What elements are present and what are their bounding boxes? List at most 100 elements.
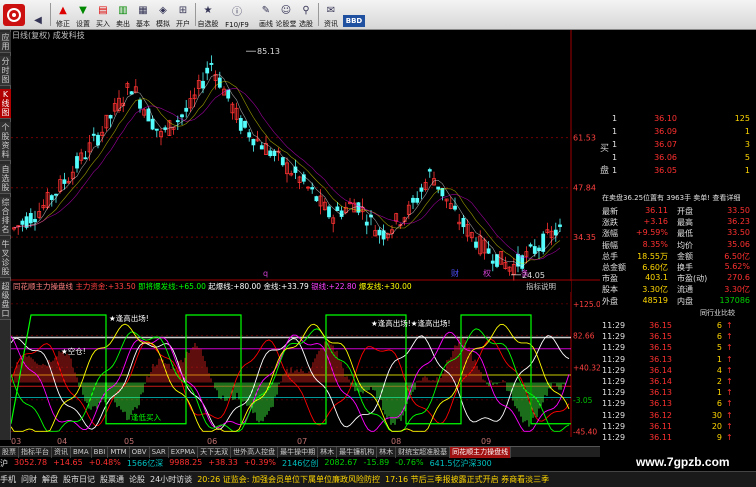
kline-chart[interactable]: 同花顺主力操盘线 主力资金:+33.50 即将爆发线:+65.00 起爆线:+8…	[11, 30, 600, 437]
left-tab-1[interactable]: 分时图	[0, 56, 11, 86]
toolbar-button-6[interactable]: ▦ 基本	[133, 0, 153, 30]
date-axis: 03 04 05 06 07 08 09	[11, 437, 600, 446]
status-bar-item[interactable]: 论股	[129, 474, 145, 485]
toolbar-button-4[interactable]: ▤ 买入	[93, 0, 113, 30]
candle-body	[293, 166, 298, 173]
indicator-tab-5[interactable]: MTM	[108, 447, 130, 458]
toolbar-button-label: 画线	[259, 20, 273, 28]
indicator-tab-13[interactable]: 最牛镰机构	[337, 447, 378, 458]
tick-volume: 5	[716, 343, 722, 353]
indicator-help-link[interactable]: 指标说明	[526, 281, 556, 291]
order-level: 1	[612, 114, 618, 123]
order-volume: 1	[744, 166, 750, 175]
logo-icon	[3, 4, 25, 26]
toolbar-button-11[interactable]: ✎ 画线	[256, 0, 276, 30]
stat-label: 内盘	[677, 296, 693, 306]
industry-compare-link[interactable]: 同行业比较	[700, 308, 735, 318]
status-bar-item[interactable]: 解盘	[42, 474, 58, 485]
index-ticker-item: 2082.67	[324, 458, 358, 467]
left-tab-4[interactable]: 自选股	[0, 164, 11, 194]
stat-value: 33.50	[727, 228, 750, 238]
toolbar-button-3[interactable]: ▼ 设置	[73, 0, 93, 30]
tick-price: 36.15	[649, 343, 672, 353]
indicator-tick-label: +125.00	[573, 300, 600, 309]
info-icon: ⓘ	[232, 7, 242, 18]
left-tab-3[interactable]: 个股资料	[0, 122, 11, 161]
indicator-tab-9[interactable]: 天下无双	[198, 447, 232, 458]
status-bar-item[interactable]: 手机	[0, 474, 16, 485]
candle-body	[49, 195, 54, 200]
candle-body	[154, 128, 159, 131]
indicator-tab-6[interactable]: OBV	[130, 447, 150, 458]
quote-panel: 买盘 1 36.10 125 1 36.09 1 1 36.07 3 1 36.06 5 1 36.05 1 在…	[600, 108, 752, 442]
status-bar-item[interactable]: 17:16 节后三季报披露正式开启 券商看淡三季	[385, 474, 549, 485]
draw-icon: ✎	[261, 5, 271, 16]
left-tab-0[interactable]: 应用	[0, 32, 11, 53]
status-bar-item[interactable]: 股市日记	[63, 474, 95, 485]
toolbar-button-9[interactable]: ★ 自选股	[198, 0, 219, 30]
up-arrow-icon: ↑	[726, 377, 733, 386]
up-arrow-icon: ↑	[726, 399, 733, 409]
stat-value: 5.62%	[724, 262, 750, 271]
stat-value: 35.06	[727, 239, 750, 249]
candle-body	[28, 213, 33, 224]
stat-value: 270.6	[727, 273, 750, 283]
toolbar-button-1[interactable]: ◀	[28, 0, 48, 30]
up-arrow-icon: ↑	[726, 343, 733, 353]
indicator-tab-4[interactable]: BBI	[92, 447, 109, 458]
toolbar-button-8[interactable]: ⊞ 开户	[173, 0, 193, 30]
date-tick-label: 05	[124, 437, 135, 446]
candle-body	[150, 118, 155, 130]
order-price: 36.09	[654, 127, 677, 136]
indicator-tab-11[interactable]: 最牛操中期	[278, 447, 319, 458]
indicator-tab-7[interactable]: SAR	[150, 447, 169, 458]
bbd-button[interactable]: BBD	[341, 0, 367, 30]
tick-time: 11:29	[602, 388, 626, 398]
toolbar-button-2[interactable]: ▲ 修正	[53, 0, 73, 30]
left-tab-2[interactable]: K线图	[0, 89, 11, 119]
simulate-icon: ◈	[159, 5, 167, 16]
toolbar-button-5[interactable]: ▥ 卖出	[113, 0, 133, 30]
indicator-value: +30.00	[384, 282, 412, 291]
status-bar-item[interactable]: 股票通	[100, 474, 124, 485]
indicator-tab-10[interactable]: 世外高人控盘	[231, 447, 279, 458]
toolbar-button-13[interactable]: ⚲ 选股	[296, 0, 316, 30]
up-arrow-icon: ↑	[726, 421, 733, 431]
tick-price: 36.11	[649, 433, 672, 442]
indicator-tab-8[interactable]: EXPMA	[169, 447, 199, 458]
tick-time: 11:29	[602, 343, 626, 353]
candle-body	[184, 107, 189, 112]
candle-body	[243, 120, 247, 128]
indicator-tab-1[interactable]: 指标平台	[19, 447, 52, 458]
tick-price: 36.13	[649, 388, 672, 398]
toolbar-button-10[interactable]: ⓘ F10/F9	[218, 0, 256, 30]
indicator-value-label: 金线:	[261, 281, 281, 291]
quote-stat-row: 外盘 48519 内盘 137086	[600, 295, 752, 308]
tick-time: 11:29	[602, 421, 626, 431]
indicator-tab-3[interactable]: BMA	[71, 447, 92, 458]
index-ticker-item: 沪	[0, 459, 8, 468]
status-bar-item[interactable]: 问财	[21, 474, 37, 485]
indicator-tab-15[interactable]: 财统宝超准股基	[396, 447, 451, 458]
status-bar-item[interactable]: 24小时访谈	[150, 474, 192, 485]
order-book-row: 1 36.07 3	[600, 139, 752, 152]
toolbar-button-12[interactable]: ☺ 论股堂	[276, 0, 297, 30]
indicator-tab-14[interactable]: 林木	[377, 447, 397, 458]
status-bar-item[interactable]: 20:26 证监会: 加强会员单位下属单位廉政风险防控	[197, 474, 380, 485]
left-tab-5[interactable]: 综合排名	[0, 197, 11, 236]
candle-body	[436, 186, 441, 190]
filter-icon: ⚲	[302, 5, 310, 16]
indicator-tab-2[interactable]: 资讯	[52, 447, 71, 458]
left-tab-6[interactable]: 牛叉诊股	[0, 239, 11, 278]
toolbar-button-7[interactable]: ◈ 模拟	[153, 0, 173, 30]
indicator-signal-label: ★空仓!	[61, 346, 86, 356]
left-tab-7[interactable]: 超级盘口	[0, 281, 11, 320]
tick-price: 36.14	[649, 377, 672, 386]
toolbar-button-14[interactable]: ✉ 资讯	[321, 0, 341, 30]
tick-price: 36.15	[649, 332, 672, 342]
indicator-tab-12[interactable]: 林木	[318, 447, 338, 458]
tick-time: 11:29	[602, 321, 626, 330]
indicator-tab-0[interactable]: 股票	[0, 447, 19, 458]
candle-body	[335, 206, 340, 211]
indicator-tab-16[interactable]: 同花顺主力操盘线	[450, 447, 512, 458]
